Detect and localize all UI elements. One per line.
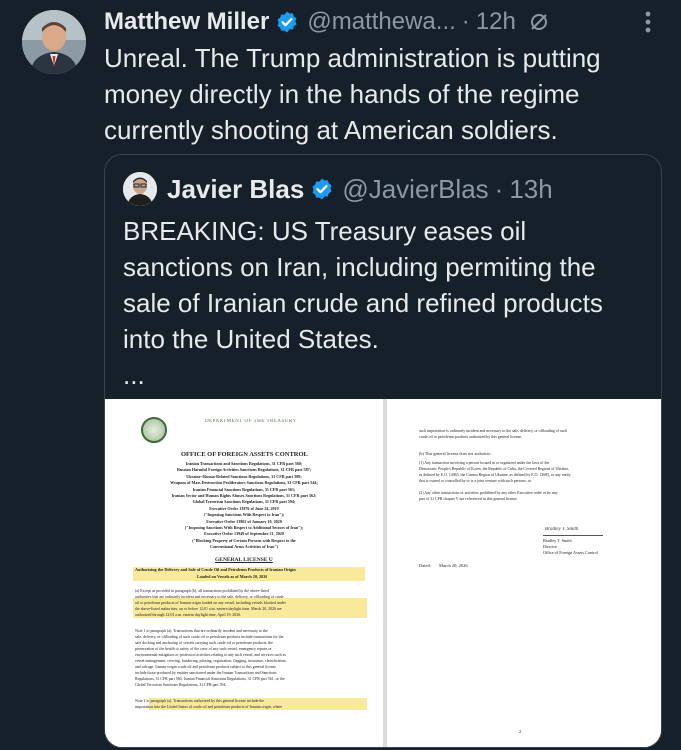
doc-office: OFFICE OF FOREIGN ASSETS CONTROL bbox=[181, 451, 308, 458]
doc-note1-line: preservation of the health or safety of … bbox=[135, 647, 272, 651]
document-page-2: such importation is ordinarily incident … bbox=[387, 399, 661, 747]
doc-dept: DEPARTMENT OF THE TREASURY bbox=[205, 419, 297, 424]
doc-sig-name: Bradley T. Smith bbox=[543, 538, 572, 543]
doc-para-b-head: (b) This general license does not author… bbox=[419, 451, 492, 456]
tweet-text: Unreal. The Trump administration is putt… bbox=[104, 43, 601, 145]
doc-note2-line: Note 2 to paragraph (a). Transactions au… bbox=[135, 699, 265, 703]
doc-note1-line: safe docking and anchoring of vessels ca… bbox=[135, 641, 273, 645]
doc-regulation-line: Executive Order 13949 of September 21, 2… bbox=[204, 531, 284, 537]
quoted-author-avatar[interactable] bbox=[123, 172, 157, 206]
doc-regulation-line: Executive Order 13876 of June 24, 2019 bbox=[209, 505, 279, 511]
doc-note1-line: include those produced by entities sanct… bbox=[135, 671, 277, 675]
doc-b1-line: that is owned or controlled by or is a j… bbox=[419, 479, 531, 483]
doc-license-title-2: Loaded on Vessels as of March 20, 2026 bbox=[197, 574, 268, 579]
quoted-tweet-more[interactable]: ... bbox=[123, 360, 145, 390]
doc-dated-label: Dated: bbox=[419, 563, 431, 568]
doc-note1-line: environmental mitigation or protection a… bbox=[135, 653, 286, 657]
doc-regulation-line: ("Imposing Sanctions With Respect to Ira… bbox=[203, 512, 285, 518]
quoted-tweet-header: Javier Blas @JavierBlas · 13h bbox=[123, 171, 651, 207]
avatar-image bbox=[22, 10, 86, 74]
doc-regulation-line: Iranian Financial Sanctions Regulations,… bbox=[192, 486, 296, 492]
tweet-timestamp[interactable]: 12h bbox=[476, 8, 516, 36]
doc-regulation-line: Iranian Sector and Human Rights Abuses S… bbox=[171, 493, 317, 498]
author-handle[interactable]: @matthewa... bbox=[307, 8, 455, 36]
attached-document-image[interactable]: DEPARTMENT OF THE TREASURY OFFICE OF FOR… bbox=[105, 399, 661, 747]
doc-b2-line: (2) Any other transactions or activities… bbox=[419, 491, 558, 495]
quoted-author-name[interactable]: Javier Blas bbox=[167, 174, 304, 205]
doc-page-number: 2 bbox=[519, 729, 522, 734]
document-page-1: DEPARTMENT OF THE TREASURY OFFICE OF FOR… bbox=[105, 399, 383, 747]
separator-dot: · bbox=[494, 173, 504, 204]
verified-badge-icon bbox=[310, 177, 334, 201]
treasury-seal-icon bbox=[141, 417, 167, 443]
doc-page2-line: such importation is ordinarily incident … bbox=[419, 429, 568, 433]
doc-license: GENERAL LICENSE U bbox=[215, 557, 273, 563]
quoted-tweet-text: BREAKING: US Treasury eases oil sanction… bbox=[123, 213, 643, 393]
quoted-author-handle[interactable]: @JavierBlas bbox=[342, 174, 488, 205]
signature-line bbox=[543, 535, 603, 536]
separator-dot: · bbox=[461, 8, 470, 35]
doc-license-title-1: Authorizing the Delivery and Sale of Cru… bbox=[135, 567, 296, 572]
doc-regulation-line: Russian Harmful Foreign Activities Sanct… bbox=[176, 467, 312, 473]
doc-para-a-line: oil or petroleum products of Iranian ori… bbox=[135, 601, 286, 605]
doc-regulation-line: Iranian Transactions and Sanctions Regul… bbox=[185, 461, 303, 466]
doc-note1-line: Note 1 to paragraph (a). Transactions th… bbox=[135, 629, 268, 633]
doc-regulation-line: Ukraine-/Russia-Related Sanctions Regula… bbox=[186, 473, 302, 479]
doc-note1-line: sale, delivery, or offloading of such cr… bbox=[135, 635, 284, 639]
doc-note2-line: importation into the United States of cr… bbox=[135, 705, 283, 709]
edited-icon bbox=[528, 11, 550, 33]
quoted-tweet[interactable]: Javier Blas @JavierBlas · 13h BREAKING: … bbox=[104, 154, 662, 748]
doc-para-a-line: the above-listed authorities, on or befo… bbox=[135, 607, 282, 611]
doc-b1-line: as defined by E.O. 14065, the Crimea Reg… bbox=[419, 473, 571, 477]
doc-b1-line: Democratic People's Republic of Korea, t… bbox=[419, 467, 570, 471]
doc-regulation-line: ("Blocking Property of Certain Persons w… bbox=[192, 537, 296, 543]
doc-regulation-line: Executive Order 13902 of January 10, 202… bbox=[206, 518, 282, 524]
doc-b1-line: (1) Any transaction involving a person l… bbox=[419, 461, 550, 465]
doc-note1-line: Global Terrorism Sanctions Regulations, … bbox=[135, 683, 227, 687]
doc-b2-line: part of 31 CFR chapter V not referenced … bbox=[419, 497, 518, 501]
doc-para-a-line: authorities that are ordinarily incident… bbox=[135, 595, 284, 599]
doc-dated-value: March 20, 2026 bbox=[439, 563, 468, 568]
doc-note1-line: and salvage. Iranian-origin crude oil an… bbox=[135, 665, 276, 669]
doc-page2-line: crude oil or petroleum products authoriz… bbox=[419, 435, 523, 439]
author-name[interactable]: Matthew Miller bbox=[104, 8, 269, 36]
doc-para-a-line: (a) Except as provided in paragraph (b),… bbox=[135, 589, 270, 593]
doc-regulation-line: Weapons of Mass Destruction Proliferator… bbox=[170, 480, 318, 486]
doc-regulation-line: Conventional Arms Activities of Iran") bbox=[210, 544, 278, 550]
doc-para-a-line: authorized through 12:01 a.m. eastern da… bbox=[135, 613, 242, 617]
doc-note1-line: Regulations, 31 CFR part 560, Iranian Fi… bbox=[135, 677, 285, 681]
doc-signature: Bradley T. Smith bbox=[545, 527, 579, 532]
author-avatar[interactable] bbox=[22, 10, 86, 74]
doc-regulation-line: ("Imposing Sanctions With Respect to Add… bbox=[184, 525, 304, 530]
doc-note1-line: vessel management, crewing, bunkering, p… bbox=[135, 659, 287, 663]
quoted-tweet-timestamp[interactable]: 13h bbox=[509, 174, 552, 205]
tweet[interactable]: Matthew Miller @matthewa... · 12h Unreal… bbox=[0, 0, 681, 750]
quoted-tweet-body: BREAKING: US Treasury eases oil sanction… bbox=[123, 216, 603, 354]
verified-badge-icon bbox=[275, 10, 299, 34]
tweet-header: Matthew Miller @matthewa... · 12h bbox=[104, 4, 681, 40]
more-options-icon[interactable] bbox=[645, 10, 651, 34]
doc-sig-title-2: Office of Foreign Assets Control bbox=[543, 550, 598, 555]
doc-sig-title-1: Director bbox=[543, 544, 557, 549]
doc-regulation-line: Global Terrorism Sanctions Regulations, … bbox=[192, 499, 296, 505]
